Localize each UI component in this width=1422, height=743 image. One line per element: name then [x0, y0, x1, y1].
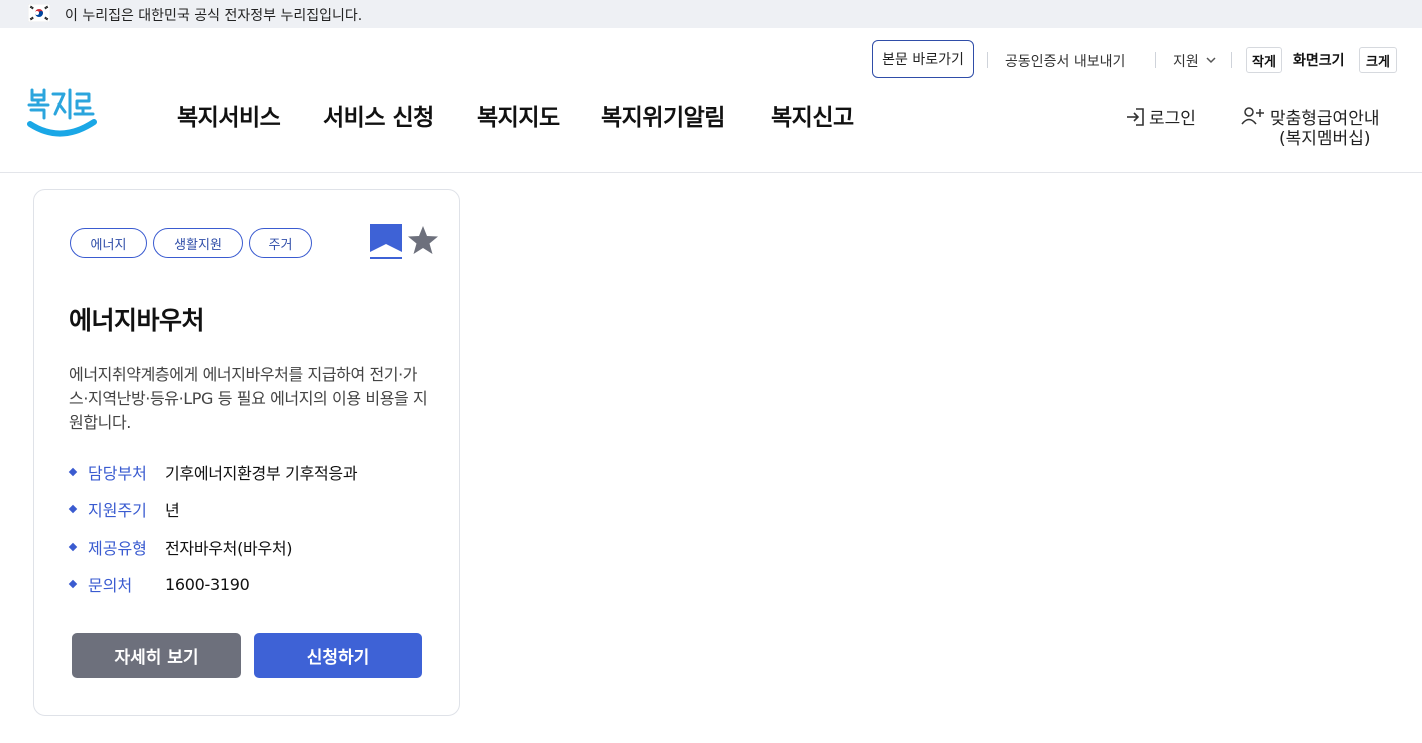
- info-row-department: 담당부처 기후에너지환경부 기후적응과: [68, 460, 358, 484]
- info-label: 제공유형: [88, 539, 147, 558]
- login-label: 로그인: [1149, 109, 1196, 129]
- divider: [1231, 52, 1232, 68]
- bullet-icon: [68, 579, 78, 589]
- info-value: 년: [165, 501, 180, 520]
- gnb-crisis-alert[interactable]: 복지위기알림: [601, 98, 725, 132]
- cert-export-link[interactable]: 공동인증서 내보내기: [1005, 51, 1125, 71]
- member-label-line2: (복지멤버십): [1279, 129, 1371, 149]
- bullet-icon: [68, 467, 78, 477]
- login-button[interactable]: 로그인: [1125, 104, 1196, 129]
- tag-living-support[interactable]: 생활지원: [153, 228, 243, 258]
- gnb-welfare-report[interactable]: 복지신고: [771, 98, 854, 132]
- tag-housing[interactable]: 주거: [249, 228, 312, 258]
- screen-size-label: 화면크기: [1293, 53, 1345, 69]
- info-label: 문의처: [88, 576, 133, 595]
- info-row-cycle: 지원주기 년: [68, 497, 180, 521]
- bullet-icon: [68, 504, 78, 514]
- gnb-welfare-service[interactable]: 복지서비스: [177, 98, 281, 132]
- divider: [1155, 52, 1156, 68]
- support-menu[interactable]: 지원: [1173, 51, 1199, 71]
- info-row-type: 제공유형 전자바우처(바우처): [68, 535, 293, 559]
- font-small-button[interactable]: 작게: [1246, 47, 1282, 73]
- tag-energy[interactable]: 에너지: [70, 228, 147, 258]
- divider: [987, 52, 988, 68]
- gnb-welfare-map[interactable]: 복지지도: [477, 98, 560, 132]
- member-add-icon: [1241, 107, 1264, 125]
- service-title: 에너지바우처: [69, 306, 205, 335]
- apply-button[interactable]: 신청하기: [254, 633, 422, 678]
- service-description: 에너지취약계층에게 에너지바우처를 지급하여 전기·가스·지역난방·등유·LPG…: [69, 365, 428, 432]
- gov-banner-text: 이 누리집은 대한민국 공식 전자정부 누리집입니다.: [65, 8, 363, 24]
- bookmark-icon[interactable]: [369, 223, 403, 261]
- view-detail-button[interactable]: 자세히 보기: [72, 633, 241, 678]
- info-value: 1600-3190: [165, 574, 250, 594]
- bullet-icon: [68, 542, 78, 552]
- service-card: 에너지 생활지원 주거 에너지바우처 에너지취약계층에게 에너지바우처를 지급하…: [33, 189, 460, 716]
- gnb-service-apply[interactable]: 서비스 신청: [323, 98, 434, 132]
- star-icon[interactable]: [407, 224, 439, 256]
- info-label: 지원주기: [88, 501, 147, 520]
- gov-banner: 이 누리집은 대한민국 공식 전자정부 누리집입니다.: [0, 0, 1422, 28]
- login-icon: [1127, 107, 1144, 126]
- bokjiro-logo[interactable]: [26, 82, 98, 144]
- info-value: 전자바우처(바우처): [165, 539, 293, 558]
- custom-benefit-guide-link[interactable]: 맞춤형급여안내 (복지멤버십): [1241, 104, 1401, 149]
- chevron-down-icon: [1206, 57, 1216, 64]
- skip-to-content-button[interactable]: 본문 바로가기: [872, 40, 974, 78]
- header-divider: [0, 172, 1422, 173]
- info-label: 담당부처: [88, 464, 147, 483]
- info-row-contact: 문의처 1600-3190: [68, 572, 250, 596]
- info-value: 기후에너지환경부 기후적응과: [165, 464, 358, 483]
- font-large-button[interactable]: 크게: [1359, 47, 1397, 73]
- korea-flag-icon: [28, 4, 50, 22]
